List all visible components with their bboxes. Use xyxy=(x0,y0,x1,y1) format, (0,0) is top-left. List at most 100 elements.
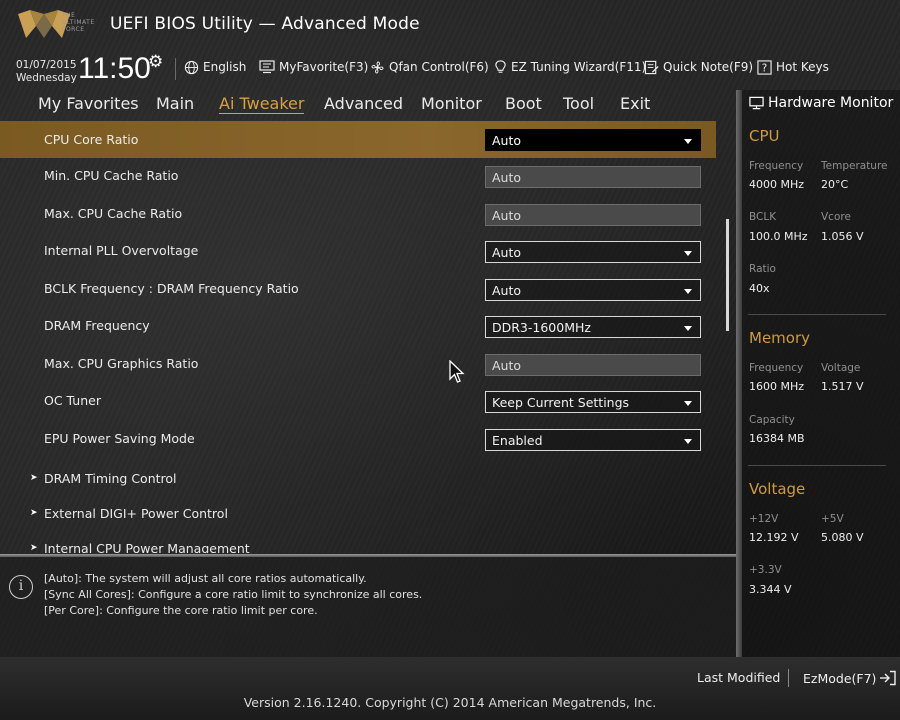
setting-row-max-cpu-graphics-ratio[interactable]: Max. CPU Graphics Ratio Auto xyxy=(0,346,730,383)
dropdown-value: Auto xyxy=(492,245,522,260)
ez-tuning-wizard-button[interactable]: EZ Tuning Wizard(F11) xyxy=(494,58,646,76)
voltage-heading: Voltage xyxy=(749,480,806,498)
footer-bar: Last Modified EzMode(F7) Version 2.16.12… xyxy=(0,657,900,720)
chevron-down-icon xyxy=(684,289,692,294)
mouse-cursor-icon xyxy=(449,360,465,383)
ez-tuning-label: EZ Tuning Wizard(F11) xyxy=(511,60,647,74)
memory-voltage-value: 1.517 V xyxy=(821,380,864,393)
language-button[interactable]: English xyxy=(184,58,246,76)
field-value: Auto xyxy=(492,170,522,185)
lightbulb-icon xyxy=(495,59,506,73)
hw-divider xyxy=(748,465,886,466)
tab-my-favorites[interactable]: My Favorites xyxy=(38,94,139,113)
clock-settings-gear-icon[interactable]: ⚙ xyxy=(148,52,163,72)
quick-note-label: Quick Note(F9) xyxy=(663,60,754,74)
dram-frequency-dropdown[interactable]: DDR3-1600MHz xyxy=(485,316,701,338)
last-modified-button[interactable]: Last Modified xyxy=(697,670,780,685)
chevron-down-icon xyxy=(684,439,692,444)
ratio-label: Ratio xyxy=(749,263,776,275)
tab-main[interactable]: Main xyxy=(156,94,194,113)
version-text: Version 2.16.1240. Copyright (C) 2014 Am… xyxy=(243,695,657,710)
capacity-label: Capacity xyxy=(749,414,795,426)
max-cpu-graphics-ratio-field[interactable]: Auto xyxy=(485,354,701,376)
info-icon: i xyxy=(9,575,33,599)
setting-row-oc-tuner[interactable]: OC Tuner Keep Current Settings xyxy=(0,383,730,420)
settings-list: CPU Core Ratio Auto Min. CPU Cache Ratio… xyxy=(0,121,735,553)
max-cpu-cache-ratio-field[interactable]: Auto xyxy=(485,204,701,226)
settings-scrollbar[interactable] xyxy=(726,219,729,331)
exit-to-ezmode-icon xyxy=(880,670,897,686)
info-bar: 01/07/2015 Wednesday 11:50 ⚙ English MyF… xyxy=(0,52,900,90)
myfavorite-label: MyFavorite(F3) xyxy=(279,60,369,74)
dropdown-value: Auto xyxy=(492,283,522,298)
setting-row-epu-power-saving[interactable]: EPU Power Saving Mode Enabled xyxy=(0,421,730,458)
help-line-sync-all-cores: [Sync All Cores]: Configure a core ratio… xyxy=(44,588,423,601)
submenu-arrow-icon: ➤ xyxy=(30,473,38,483)
chevron-down-icon xyxy=(684,401,692,406)
hot-keys-label: Hot Keys xyxy=(776,60,829,74)
memory-frequency-value: 1600 MHz xyxy=(749,380,805,393)
main-menu: My Favorites Main Ai Tweaker Advanced Mo… xyxy=(0,90,735,120)
v12-value: 12.192 V xyxy=(749,531,799,544)
cpu-heading: CPU xyxy=(749,127,780,145)
setting-row-cpu-core-ratio[interactable]: CPU Core Ratio Auto xyxy=(0,121,716,158)
tab-tool[interactable]: Tool xyxy=(563,94,594,113)
cpu-core-ratio-dropdown[interactable]: Auto xyxy=(485,129,701,151)
cpu-frequency-label: Frequency xyxy=(749,160,804,172)
chevron-down-icon xyxy=(684,251,692,256)
setting-label: EPU Power Saving Mode xyxy=(44,431,195,446)
min-cpu-cache-ratio-field[interactable]: Auto xyxy=(485,166,701,188)
setting-label: CPU Core Ratio xyxy=(44,132,139,147)
v5-label: +5V xyxy=(821,513,844,525)
setting-row-internal-pll-overvoltage[interactable]: Internal PLL Overvoltage Auto xyxy=(0,233,730,270)
capacity-value: 16384 MB xyxy=(749,432,805,445)
setting-label: DRAM Frequency xyxy=(44,318,150,333)
tab-boot[interactable]: Boot xyxy=(505,94,542,113)
setting-row-max-cpu-cache-ratio[interactable]: Max. CPU Cache Ratio Auto xyxy=(0,196,730,233)
cpu-frequency-value: 4000 MHz xyxy=(749,178,805,191)
divider xyxy=(175,58,176,80)
footer-divider xyxy=(788,669,789,687)
bclk-dram-ratio-dropdown[interactable]: Auto xyxy=(485,279,701,301)
ezmode-button[interactable]: EzMode(F7) xyxy=(803,670,897,686)
setting-label: Max. CPU Graphics Ratio xyxy=(44,356,199,371)
qfan-control-button[interactable]: Qfan Control(F6) xyxy=(370,58,489,76)
field-value: Auto xyxy=(492,358,522,373)
chevron-down-icon xyxy=(684,326,692,331)
last-modified-label: Last Modified xyxy=(697,670,781,685)
oc-tuner-dropdown[interactable]: Keep Current Settings xyxy=(485,391,701,413)
submenu-internal-cpu-power-management[interactable]: ➤ Internal CPU Power Management xyxy=(0,531,730,553)
help-line-auto: [Auto]: The system will adjust all core … xyxy=(44,572,367,585)
submenu-dram-timing-control[interactable]: ➤ DRAM Timing Control xyxy=(0,461,730,498)
setting-row-bclk-dram-ratio[interactable]: BCLK Frequency : DRAM Frequency Ratio Au… xyxy=(0,271,730,308)
setting-label: BCLK Frequency : DRAM Frequency Ratio xyxy=(44,281,299,296)
memory-voltage-label: Voltage xyxy=(821,362,861,374)
submenu-external-digi-power-control[interactable]: ➤ External DIGI+ Power Control xyxy=(0,496,730,533)
setting-label: OC Tuner xyxy=(44,393,101,408)
help-panel: i [Auto]: The system will adjust all cor… xyxy=(0,557,738,657)
date-text: 01/07/2015 xyxy=(16,59,77,71)
tab-exit[interactable]: Exit xyxy=(620,94,650,113)
vcore-label: Vcore xyxy=(821,211,851,223)
setting-row-dram-frequency[interactable]: DRAM Frequency DDR3-1600MHz xyxy=(0,308,730,345)
vcore-value: 1.056 V xyxy=(821,230,864,243)
submenu-label: Internal CPU Power Management xyxy=(44,541,250,553)
dropdown-value: Keep Current Settings xyxy=(492,395,630,410)
fan-icon xyxy=(371,61,384,73)
quick-note-button[interactable]: Quick Note(F9) xyxy=(644,58,753,76)
submenu-label: DRAM Timing Control xyxy=(44,471,177,486)
v12-label: +12V xyxy=(749,513,779,525)
clock[interactable]: 11:50 xyxy=(78,52,151,86)
tab-advanced[interactable]: Advanced xyxy=(324,94,403,113)
myfavorite-button[interactable]: MyFavorite(F3) xyxy=(259,58,368,76)
language-label: English xyxy=(203,60,247,74)
globe-icon xyxy=(184,60,199,74)
submenu-label: External DIGI+ Power Control xyxy=(44,506,228,521)
weekday-text: Wednesday xyxy=(16,72,77,84)
hot-keys-button[interactable]: ? Hot Keys xyxy=(757,58,829,76)
internal-pll-overvoltage-dropdown[interactable]: Auto xyxy=(485,241,701,263)
epu-power-saving-dropdown[interactable]: Enabled xyxy=(485,429,701,451)
tab-monitor[interactable]: Monitor xyxy=(421,94,482,113)
tab-ai-tweaker[interactable]: Ai Tweaker xyxy=(219,94,305,114)
setting-row-min-cpu-cache-ratio[interactable]: Min. CPU Cache Ratio Auto xyxy=(0,158,730,195)
